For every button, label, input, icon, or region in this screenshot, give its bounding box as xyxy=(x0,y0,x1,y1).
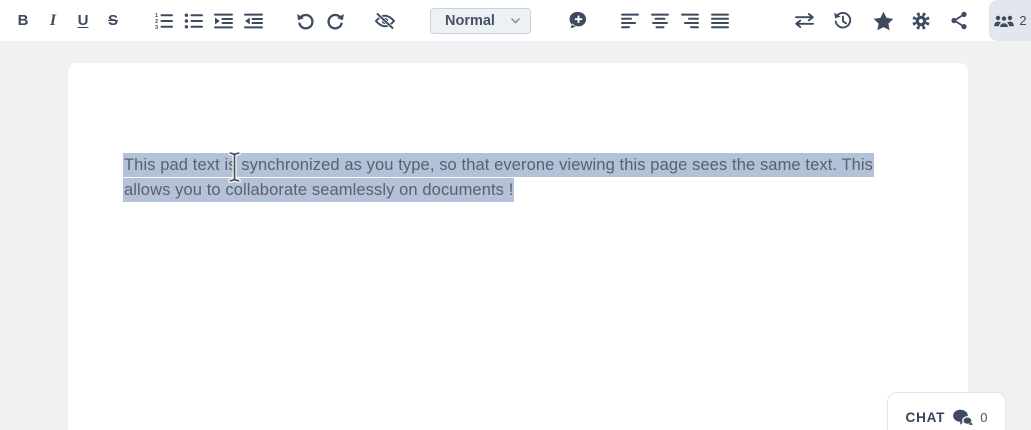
users-group-icon xyxy=(994,14,1015,28)
outdent-button[interactable] xyxy=(238,0,268,41)
underline-icon: U xyxy=(77,12,89,29)
chat-count: 0 xyxy=(980,409,988,425)
indent-button[interactable] xyxy=(208,0,238,41)
ordered-list-button[interactable]: 1 2 3 xyxy=(148,0,178,41)
pad-paragraph[interactable]: This pad text is synchronized as you typ… xyxy=(123,153,911,203)
strikethrough-icon: S xyxy=(107,12,118,29)
history-button[interactable] xyxy=(828,0,858,41)
align-left-button[interactable] xyxy=(615,0,645,41)
paragraph-style-value: Normal xyxy=(445,13,495,29)
add-comment-button[interactable] xyxy=(563,0,593,41)
undo-button[interactable] xyxy=(290,0,320,41)
users-count: 2 xyxy=(1019,13,1027,28)
star-icon xyxy=(873,11,893,30)
paragraph-style-select[interactable]: Normal xyxy=(430,8,531,34)
toolbar: B I U S 1 2 3 Normal 2 xyxy=(0,0,1031,41)
editor-content[interactable]: This pad text is synchronized as you typ… xyxy=(68,63,968,203)
gear-icon xyxy=(912,11,930,30)
history-icon xyxy=(834,11,852,28)
chevron-down-icon xyxy=(511,18,520,24)
bold-button[interactable]: B xyxy=(8,0,38,41)
align-right-button[interactable] xyxy=(675,0,705,41)
hide-authorship-button[interactable] xyxy=(370,0,400,41)
svg-text:3: 3 xyxy=(155,24,158,29)
bold-icon: B xyxy=(17,12,29,29)
selected-text: This pad text is synchronized as you typ… xyxy=(123,153,875,202)
chat-widget[interactable]: CHAT 0 xyxy=(887,392,1006,430)
italic-button[interactable]: I xyxy=(38,0,68,41)
unordered-list-button[interactable] xyxy=(178,0,208,41)
underline-button[interactable]: U xyxy=(68,0,98,41)
align-justify-icon xyxy=(711,13,729,28)
swap-view-button[interactable] xyxy=(789,0,819,41)
align-center-button[interactable] xyxy=(645,0,675,41)
chat-label: CHAT xyxy=(905,409,946,425)
add-comment-icon xyxy=(568,11,586,29)
share-button[interactable] xyxy=(944,0,974,41)
redo-icon xyxy=(326,13,344,30)
align-center-icon xyxy=(651,13,669,28)
eye-off-icon xyxy=(374,12,396,29)
editor-page[interactable]: This pad text is synchronized as you typ… xyxy=(68,63,968,430)
workspace: This pad text is synchronized as you typ… xyxy=(0,41,1031,430)
redo-button[interactable] xyxy=(320,0,350,41)
favorite-button[interactable] xyxy=(868,0,898,41)
swap-arrows-icon xyxy=(794,13,814,28)
align-justify-button[interactable] xyxy=(705,0,735,41)
unordered-list-icon xyxy=(184,13,203,28)
undo-icon xyxy=(296,13,314,30)
outdent-icon xyxy=(243,13,263,28)
share-icon xyxy=(951,11,967,30)
align-right-icon xyxy=(681,13,699,28)
settings-button[interactable] xyxy=(906,0,936,41)
users-button[interactable]: 2 xyxy=(989,0,1031,41)
align-left-icon xyxy=(621,13,639,28)
ordered-list-icon: 1 2 3 xyxy=(155,13,173,30)
italic-icon: I xyxy=(49,11,57,29)
chat-bubbles-icon xyxy=(953,409,974,425)
indent-icon xyxy=(213,13,233,28)
strikethrough-button[interactable]: S xyxy=(98,0,128,41)
